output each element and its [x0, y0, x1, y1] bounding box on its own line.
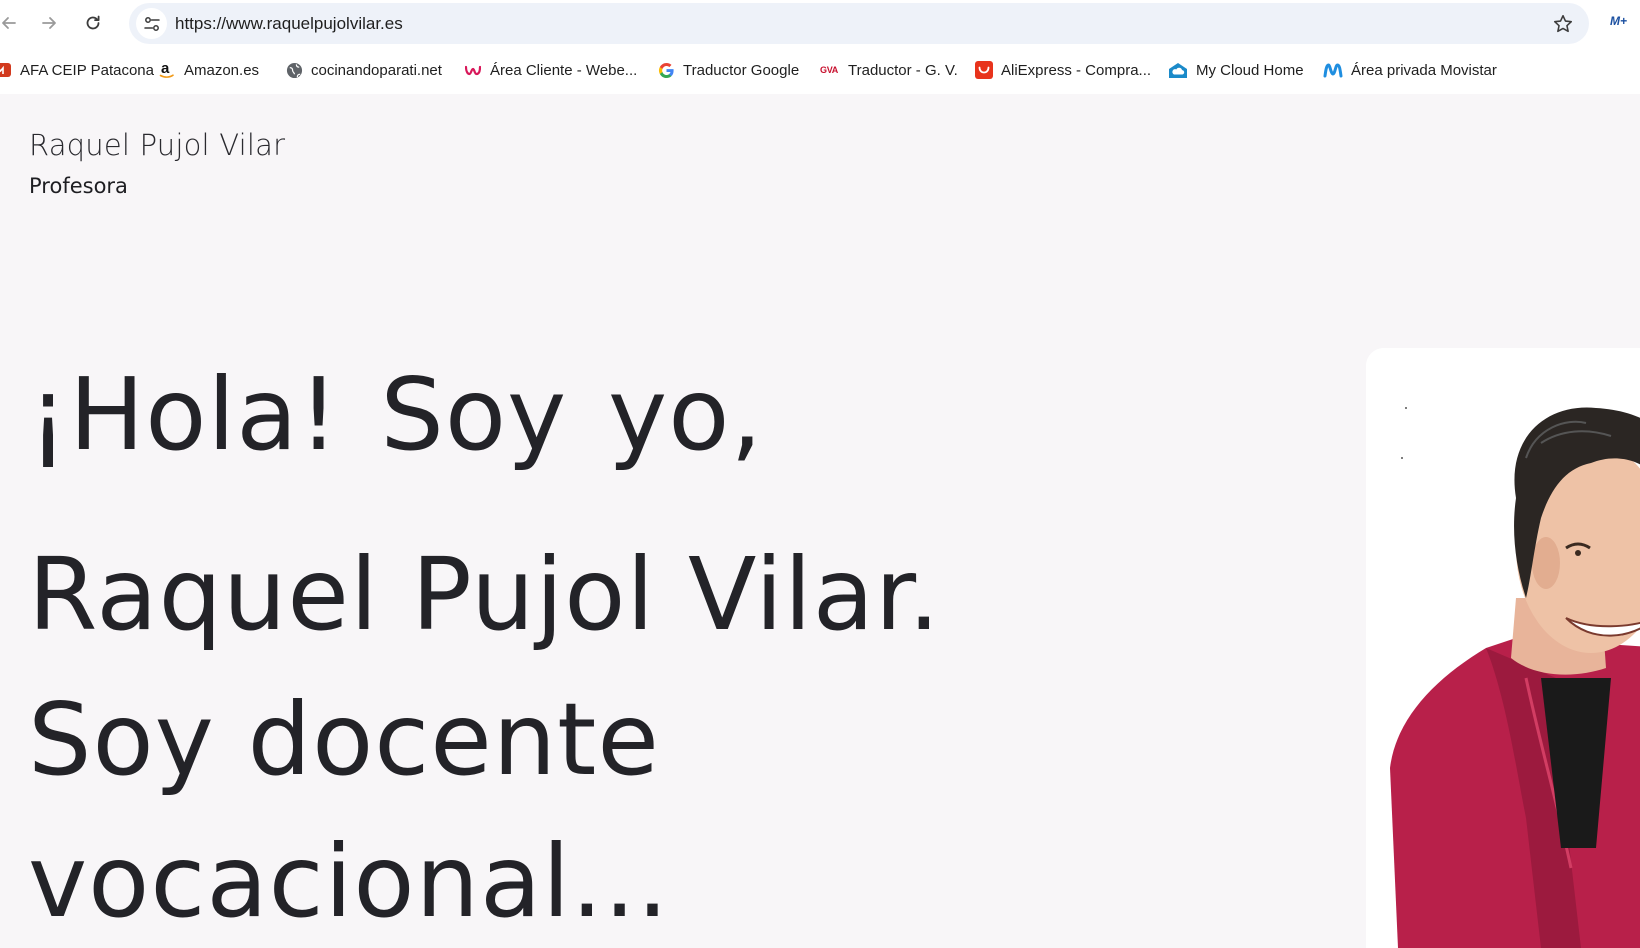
- bookmark-webempresa[interactable]: Área Cliente - Webe...: [464, 57, 637, 83]
- bookmark-label: AliExpress - Compra...: [1001, 61, 1152, 79]
- afa-icon: [0, 61, 12, 79]
- bookmark-my-cloud-home[interactable]: My Cloud Home: [1168, 57, 1304, 83]
- hero-line-4: vocacional...: [28, 823, 670, 940]
- profile-badge[interactable]: M+: [1610, 14, 1636, 32]
- hero-line-3: Soy docente: [28, 681, 660, 798]
- bookmark-aliexpress[interactable]: AliExpress - Compra...: [975, 57, 1151, 83]
- forward-arrow-icon: [42, 17, 56, 29]
- bookmark-star-button[interactable]: [1551, 12, 1575, 36]
- bookmark-label: Traductor Google: [683, 61, 800, 79]
- movistar-icon: [1323, 61, 1343, 79]
- browser-toolbar: https://www.raquelpujolvilar.es M+: [0, 0, 1640, 46]
- bookmark-movistar[interactable]: Área privada Movistar: [1323, 57, 1497, 83]
- bookmark-amazon[interactable]: a Amazon.es: [158, 57, 259, 83]
- webempresa-icon: [464, 61, 482, 79]
- gva-icon: GVA: [818, 61, 840, 79]
- bookmark-label: Traductor - G. V.: [848, 61, 958, 79]
- reload-button[interactable]: [78, 8, 108, 38]
- globe-icon: [285, 61, 303, 79]
- back-button[interactable]: [0, 8, 24, 38]
- svg-text:a: a: [161, 61, 170, 77]
- bookmark-traductor-gv[interactable]: GVA Traductor - G. V.: [818, 57, 958, 83]
- site-name[interactable]: Raquel Pujol Vilar: [29, 128, 285, 162]
- aliexpress-icon: [975, 61, 993, 79]
- portrait-photo: [1366, 348, 1640, 948]
- site-info-button[interactable]: [136, 8, 167, 39]
- gva-icon-text: GVA: [820, 65, 838, 75]
- google-icon: [657, 61, 675, 79]
- tune-icon: [143, 16, 160, 31]
- portrait-card: [1366, 348, 1640, 948]
- bookmark-label: Área Cliente - Webe...: [490, 61, 638, 79]
- amazon-icon: a: [158, 61, 176, 79]
- hero-line-1: ¡Hola! Soy yo,: [28, 356, 764, 473]
- bookmark-label: AFA CEIP Patacona: [20, 61, 154, 79]
- back-arrow-icon: [2, 17, 16, 29]
- bookmark-google-translate[interactable]: Traductor Google: [657, 57, 799, 83]
- bookmark-cocinandoparati[interactable]: cocinandoparati.net: [285, 57, 442, 83]
- address-bar[interactable]: https://www.raquelpujolvilar.es: [129, 3, 1589, 44]
- url-text[interactable]: https://www.raquelpujolvilar.es: [175, 14, 403, 34]
- bookmark-label: Amazon.es: [184, 61, 260, 79]
- bookmark-label: Área privada Movistar: [1351, 61, 1497, 79]
- forward-button[interactable]: [34, 8, 64, 38]
- hero-line-2: Raquel Pujol Vilar.: [28, 536, 941, 653]
- cloud-icon: [1168, 61, 1188, 79]
- bookmark-label: cocinandoparati.net: [311, 61, 442, 79]
- site-tagline: Profesora: [29, 174, 128, 198]
- bookmark-label: My Cloud Home: [1196, 61, 1304, 79]
- bookmarks-bar: AFA CEIP Patacona a Amazon.es cocinandop…: [0, 46, 1640, 94]
- star-icon: [1553, 14, 1573, 33]
- bookmark-afa[interactable]: AFA CEIP Patacona: [0, 57, 154, 83]
- reload-icon: [86, 15, 100, 30]
